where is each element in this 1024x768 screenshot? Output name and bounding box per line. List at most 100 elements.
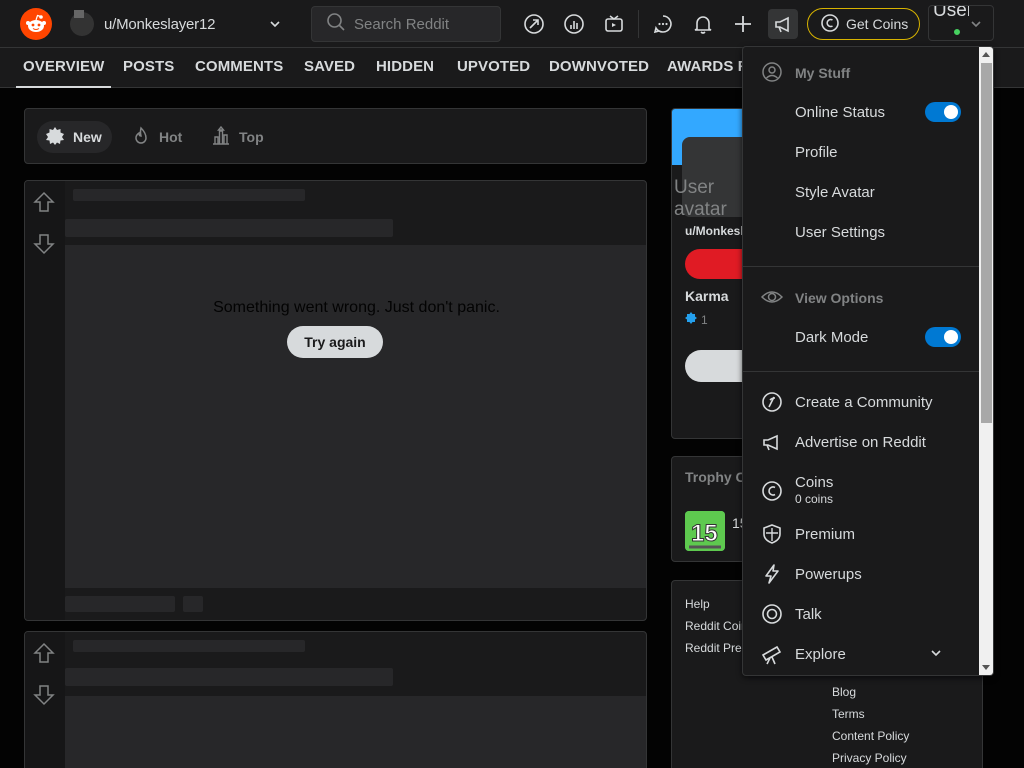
scroll-up-arrow-icon[interactable] [982,52,990,57]
trophy-icon: 15 [685,511,725,551]
menu-item-create-community[interactable]: Create a Community [743,382,979,422]
menu-item-advertise[interactable]: Advertise on Reddit [743,422,979,462]
coins-balance: 0 coins [795,492,834,506]
tab-hidden[interactable]: HIDDEN [376,58,434,75]
vote-column [25,181,65,620]
sort-top-button[interactable]: Top [203,121,274,153]
advertise-megaphone-icon[interactable] [768,9,798,39]
flame-icon [131,126,151,149]
post-card [24,631,647,768]
tab-upvoted[interactable]: UPVOTED [457,58,530,75]
skeleton-line [65,596,175,612]
user-avatar-alt-text: User avatar [933,5,969,20]
create-post-plus-icon[interactable] [728,9,758,39]
menu-item-user-settings[interactable]: User Settings [743,212,979,252]
footer-link-terms[interactable]: Terms [832,707,865,721]
menu-item-premium[interactable]: Premium [743,514,979,554]
karma-value: 1 [685,312,708,327]
online-status-item[interactable]: Online Status [743,92,979,132]
menu-item-coins[interactable]: Coins 0 coins [743,469,979,513]
dropdown-scrollbar[interactable] [979,47,993,675]
get-coins-label: Get Coins [846,16,909,32]
user-menu-button[interactable]: User avatar [928,5,994,41]
header-divider [638,10,639,38]
chevron-down-icon [929,646,943,664]
telescope-icon [761,643,783,665]
scroll-down-arrow-icon[interactable] [982,665,990,670]
popular-icon[interactable] [519,9,549,39]
footer-link-content-policy[interactable]: Content Policy [832,729,909,743]
my-stuff-label: My Stuff [795,65,851,81]
sort-hot-button[interactable]: Hot [123,121,192,153]
menu-item-explore[interactable]: Explore [743,634,979,674]
notification-bell-icon[interactable] [688,9,718,39]
reddit-live-icon[interactable] [599,9,629,39]
footer-link-help[interactable]: Help [685,597,710,611]
advertise-label: Advertise on Reddit [795,434,926,451]
sort-new-button[interactable]: New [37,121,112,153]
powerups-label: Powerups [795,566,862,583]
skeleton-line [183,596,203,612]
tab-posts[interactable]: POSTS [123,58,174,75]
footer-link-privacy-policy[interactable]: Privacy Policy [832,751,907,765]
user-dropdown-menu: My Stuff Online Status Profile Style Ava… [742,46,994,676]
menu-item-style-avatar[interactable]: Style Avatar [743,172,979,212]
post-media-placeholder: Something went wrong. Just don't panic. … [65,245,646,588]
svg-text:15: 15 [691,520,718,547]
error-message: Something went wrong. Just don't panic. [213,299,500,316]
tab-saved[interactable]: SAVED [304,58,355,75]
community-icon [761,391,783,413]
vote-column [25,632,65,768]
profile-label: Profile [795,144,838,161]
coins-label: Coins [795,474,834,491]
karma-icon [685,312,697,327]
sort-top-label: Top [239,129,264,145]
top-header: u/Monkeslayer12 Get Coins User ava [0,0,1024,48]
dark-mode-toggle[interactable] [925,327,961,347]
online-status-toggle[interactable] [925,102,961,122]
tab-downvoted[interactable]: DOWNVOTED [549,58,649,75]
get-coins-button[interactable]: Get Coins [807,8,920,40]
all-icon[interactable] [559,9,589,39]
online-indicator [953,28,961,36]
broken-avatar-alt-text: User avatar [674,177,727,220]
user-context-switcher[interactable]: u/Monkeslayer12 [66,6,290,42]
menu-item-powerups[interactable]: Powerups [743,554,979,594]
reddit-logo-icon[interactable] [20,8,52,40]
post-media-placeholder [65,696,646,768]
upvote-arrow-icon[interactable] [33,642,55,669]
tab-comments[interactable]: COMMENTS [195,58,283,75]
menu-item-profile[interactable]: Profile [743,132,979,172]
lightning-icon [761,563,783,585]
megaphone-icon [761,431,783,453]
post-card: Something went wrong. Just don't panic. … [24,180,647,621]
downvote-arrow-icon[interactable] [33,233,55,260]
style-avatar-label: Style Avatar [795,184,875,201]
new-badge-icon [45,126,65,149]
view-options-label: View Options [795,290,884,306]
talk-label: Talk [795,606,822,623]
upvote-arrow-icon[interactable] [33,191,55,218]
coin-icon [761,480,783,502]
skeleton-line [73,640,305,652]
search-input[interactable] [354,15,494,33]
view-options-header: View Options [760,286,884,310]
premium-label: Premium [795,526,856,543]
menu-divider [743,266,979,267]
explore-label: Explore [795,646,846,663]
karma-label: Karma [685,288,729,304]
chevron-down-icon [969,17,983,36]
menu-item-talk[interactable]: Talk [743,594,979,634]
dark-mode-item[interactable]: Dark Mode [743,317,979,357]
top-chart-icon [211,125,231,149]
try-again-button[interactable]: Try again [287,326,383,358]
downvote-arrow-icon[interactable] [33,684,55,711]
tab-overview[interactable]: OVERVIEW [15,58,112,88]
footer-link-blog[interactable]: Blog [832,685,856,699]
dark-mode-label: Dark Mode [795,329,869,346]
search-bar[interactable] [311,6,501,42]
chat-icon[interactable] [648,9,678,39]
scrollbar-thumb[interactable] [981,63,992,423]
coin-icon [820,13,840,36]
menu-divider [743,371,979,372]
